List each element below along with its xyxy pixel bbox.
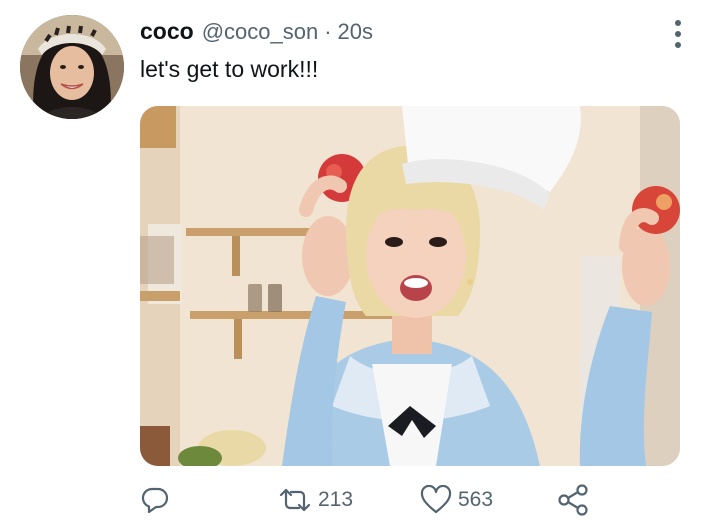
- tweet-text: let's get to work!!!: [140, 56, 319, 82]
- more-icon: [675, 20, 681, 26]
- like-count: 563: [458, 488, 494, 511]
- share-button[interactable]: [556, 478, 590, 522]
- more-options-button[interactable]: [664, 16, 692, 52]
- tweet: coco @coco_son · 20s let's get to work!!…: [0, 0, 720, 530]
- user-handle[interactable]: @coco_son: [202, 19, 319, 45]
- share-icon: [558, 484, 588, 516]
- timestamp[interactable]: 20s: [338, 19, 373, 45]
- avatar-image: [20, 15, 124, 119]
- heart-icon: [420, 485, 452, 514]
- tweet-header: coco @coco_son · 20s: [140, 18, 373, 52]
- retweet-count: 213: [318, 488, 354, 511]
- media-photo: [140, 106, 680, 466]
- like-button[interactable]: 563: [420, 478, 493, 522]
- avatar[interactable]: [20, 15, 124, 119]
- display-name[interactable]: coco: [140, 18, 194, 45]
- reply-button[interactable]: [140, 478, 176, 522]
- retweet-button[interactable]: 213: [278, 478, 353, 522]
- separator-dot: ·: [324, 19, 332, 44]
- retweet-icon: [279, 488, 311, 512]
- reply-icon: [141, 487, 169, 514]
- tweet-media[interactable]: [140, 106, 680, 466]
- tweet-actions: 213 563: [140, 478, 700, 522]
